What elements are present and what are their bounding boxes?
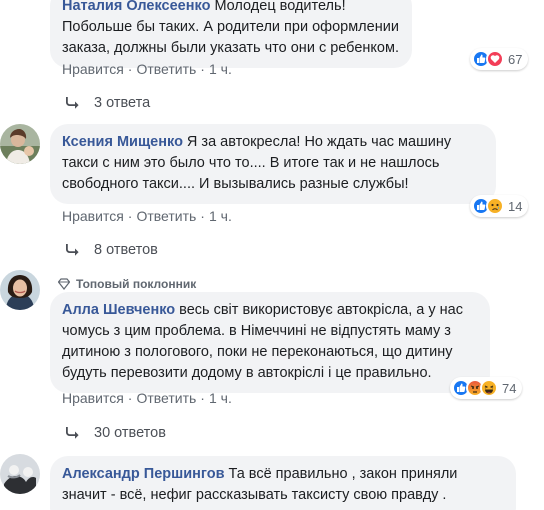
like-link[interactable]: Нравится	[62, 208, 124, 224]
separator: ·	[200, 208, 205, 224]
diamond-icon	[58, 278, 70, 290]
comment-bubble: Ксения Мищенко Я за автокресла! Но ждать …	[50, 124, 496, 204]
reply-link[interactable]: Ответить	[136, 390, 196, 406]
avatar[interactable]	[0, 454, 40, 494]
avatar[interactable]	[0, 124, 40, 164]
reactions-count: 67	[508, 51, 523, 67]
haha-icon	[480, 379, 498, 397]
reply-arrow-icon	[66, 97, 79, 109]
like-link[interactable]: Нравится	[62, 61, 124, 77]
comment-author[interactable]: Александр Першингов	[62, 466, 225, 482]
replies-label: 8 ответов	[94, 242, 158, 258]
timestamp[interactable]: 1 ч.	[209, 61, 232, 77]
separator: ·	[127, 61, 133, 77]
comment-bubble: Алла Шевченко весь світ використовує авто…	[50, 292, 490, 393]
timestamp[interactable]: 1 ч.	[209, 390, 232, 406]
timestamp[interactable]: 1 ч.	[209, 208, 232, 224]
replies-label: 3 ответа	[94, 95, 151, 111]
reactions-count: 74	[502, 380, 517, 396]
reply-link[interactable]: Ответить	[136, 61, 196, 77]
comment-author[interactable]: Наталия Олексеенко	[62, 0, 210, 14]
top-fan-badge: Топовый поклонник	[58, 276, 196, 292]
reactions-summary[interactable]: 14	[470, 195, 529, 217]
reply-arrow-icon	[66, 244, 79, 256]
reactions-summary[interactable]: 74	[450, 377, 523, 399]
sad-icon	[486, 197, 504, 215]
reply-link[interactable]: Ответить	[136, 208, 196, 224]
love-icon	[486, 50, 504, 68]
reply-arrow-icon	[66, 427, 79, 439]
separator: ·	[127, 390, 133, 406]
reactions-count: 14	[508, 198, 523, 214]
view-replies-button[interactable]: 30 ответов	[66, 422, 166, 444]
comment-author[interactable]: Ксения Мищенко	[62, 134, 183, 150]
separator: ·	[127, 208, 133, 224]
separator: ·	[200, 61, 205, 77]
badge-label: Топовый поклонник	[76, 277, 197, 291]
comment-bubble: Наталия Олексеенко Молодец водитель! Побо…	[50, 0, 412, 68]
comment-actions: Нравится · Ответить · 1 ч.	[62, 59, 232, 79]
view-replies-button[interactable]: 8 ответов	[66, 239, 158, 261]
separator: ·	[200, 390, 205, 406]
comment-bubble: Александр Першингов Та всё правильно , за…	[50, 456, 516, 510]
comment-actions: Нравится · Ответить · 1 ч.	[62, 206, 232, 226]
comment-actions: Нравится · Ответить · 1 ч.	[62, 388, 232, 408]
avatar[interactable]	[0, 270, 40, 310]
view-replies-button[interactable]: 3 ответа	[66, 92, 150, 114]
replies-label: 30 ответов	[94, 425, 166, 441]
like-link[interactable]: Нравится	[62, 390, 124, 406]
reactions-summary[interactable]: 67	[470, 48, 529, 70]
comment-author[interactable]: Алла Шевченко	[62, 302, 175, 318]
